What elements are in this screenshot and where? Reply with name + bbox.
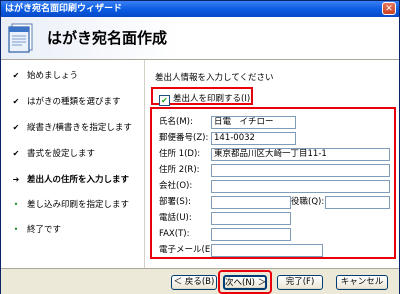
step-start[interactable]: ✔ 始めましょう	[1, 68, 144, 84]
cancel-button[interactable]: キャンセル	[336, 275, 388, 290]
step-label: 書式を設定します	[27, 149, 96, 159]
instruction-text: 差出人情報を入力してください	[155, 73, 274, 83]
next-button[interactable]: 次へ(N) ＞	[223, 275, 267, 290]
position-label: 役職(Q):	[291, 197, 325, 207]
checkmark-icon: ✔	[12, 97, 20, 106]
step-label: 終了です	[27, 225, 62, 235]
postal-label: 郵便番号(Z):	[159, 133, 209, 143]
fax-field[interactable]	[211, 228, 291, 241]
step-merge-print[interactable]: • 差し込み印刷を指定します	[1, 197, 144, 213]
arrow-right-icon: ➔	[12, 175, 20, 184]
button-bar: ＜ 戻る(B) 次へ(N) ＞ 完了(F) キャンセル	[1, 268, 399, 294]
checkmark-icon: ✔	[12, 71, 20, 80]
step-orientation[interactable]: ✔ 縦書き/横書きを指定します	[1, 120, 144, 136]
bullet-icon: •	[13, 200, 19, 209]
company-label: 会社(O):	[159, 181, 193, 191]
close-button[interactable]: ✕	[382, 2, 396, 15]
checkbox-check-icon: ✔	[159, 95, 170, 106]
postcard-document-icon	[8, 23, 33, 53]
address1-label: 住所 1(D):	[159, 149, 201, 159]
email-label: 電子メール(E):	[159, 245, 217, 255]
company-field[interactable]	[211, 180, 390, 193]
print-sender-checkbox[interactable]: ✔ 差出人を印刷する(I)	[159, 92, 250, 106]
step-label: 縦書き/横書きを指定します	[27, 123, 132, 133]
step-label: はがきの種類を選びます	[27, 97, 121, 107]
name-field[interactable]: 日電 イチロー	[211, 116, 296, 129]
sender-info-panel: 差出人情報を入力してください ✔ 差出人を印刷する(I) 氏名(M): 日電 イチ…	[145, 60, 399, 268]
checkmark-icon: ✔	[12, 123, 20, 132]
phone-label: 電話(U):	[159, 213, 192, 223]
bullet-icon: •	[13, 225, 19, 234]
wizard-window: はがき宛名面印刷ウィザード ✕ はがき宛名面作成 ✔ 始めましょう ✔ はがきの…	[0, 0, 400, 294]
wizard-header: はがき宛名面作成	[1, 17, 399, 60]
step-label: 差出人の住所を入力します	[27, 175, 130, 185]
email-field[interactable]	[211, 244, 323, 257]
wizard-title: はがき宛名面作成	[47, 29, 168, 47]
step-sender-address[interactable]: ➔ 差出人の住所を入力します	[1, 172, 144, 188]
phone-field[interactable]	[211, 212, 291, 225]
print-sender-label: 差出人を印刷する(I)	[173, 94, 251, 104]
window-title: はがき宛名面印刷ウィザード	[5, 4, 123, 14]
wizard-steps: ✔ 始めましょう ✔ はがきの種類を選びます ✔ 縦書き/横書きを指定します ✔…	[1, 60, 144, 268]
address1-field[interactable]: 東京都品川区大崎一丁目11-1	[211, 148, 390, 161]
step-label: 差し込み印刷を指定します	[27, 200, 130, 210]
fax-label: FAX(T):	[159, 229, 190, 239]
position-field[interactable]	[325, 196, 390, 209]
postal-code-field[interactable]: 141-0032	[211, 132, 296, 145]
address2-label: 住所 2(R):	[159, 165, 200, 175]
step-card-type[interactable]: ✔ はがきの種類を選びます	[1, 94, 144, 110]
step-format[interactable]: ✔ 書式を設定します	[1, 146, 144, 162]
step-finish[interactable]: • 終了です	[1, 222, 144, 238]
checkmark-icon: ✔	[12, 149, 20, 158]
department-field[interactable]	[211, 196, 291, 209]
close-icon: ✕	[385, 4, 393, 14]
department-label: 部署(S):	[159, 197, 191, 207]
back-button[interactable]: ＜ 戻る(B)	[171, 275, 217, 290]
finish-button[interactable]: 完了(F)	[277, 275, 323, 290]
title-bar[interactable]: はがき宛名面印刷ウィザード ✕	[1, 1, 399, 17]
name-label: 氏名(M):	[159, 117, 193, 127]
address2-field[interactable]	[211, 164, 390, 177]
step-label: 始めましょう	[27, 71, 79, 81]
